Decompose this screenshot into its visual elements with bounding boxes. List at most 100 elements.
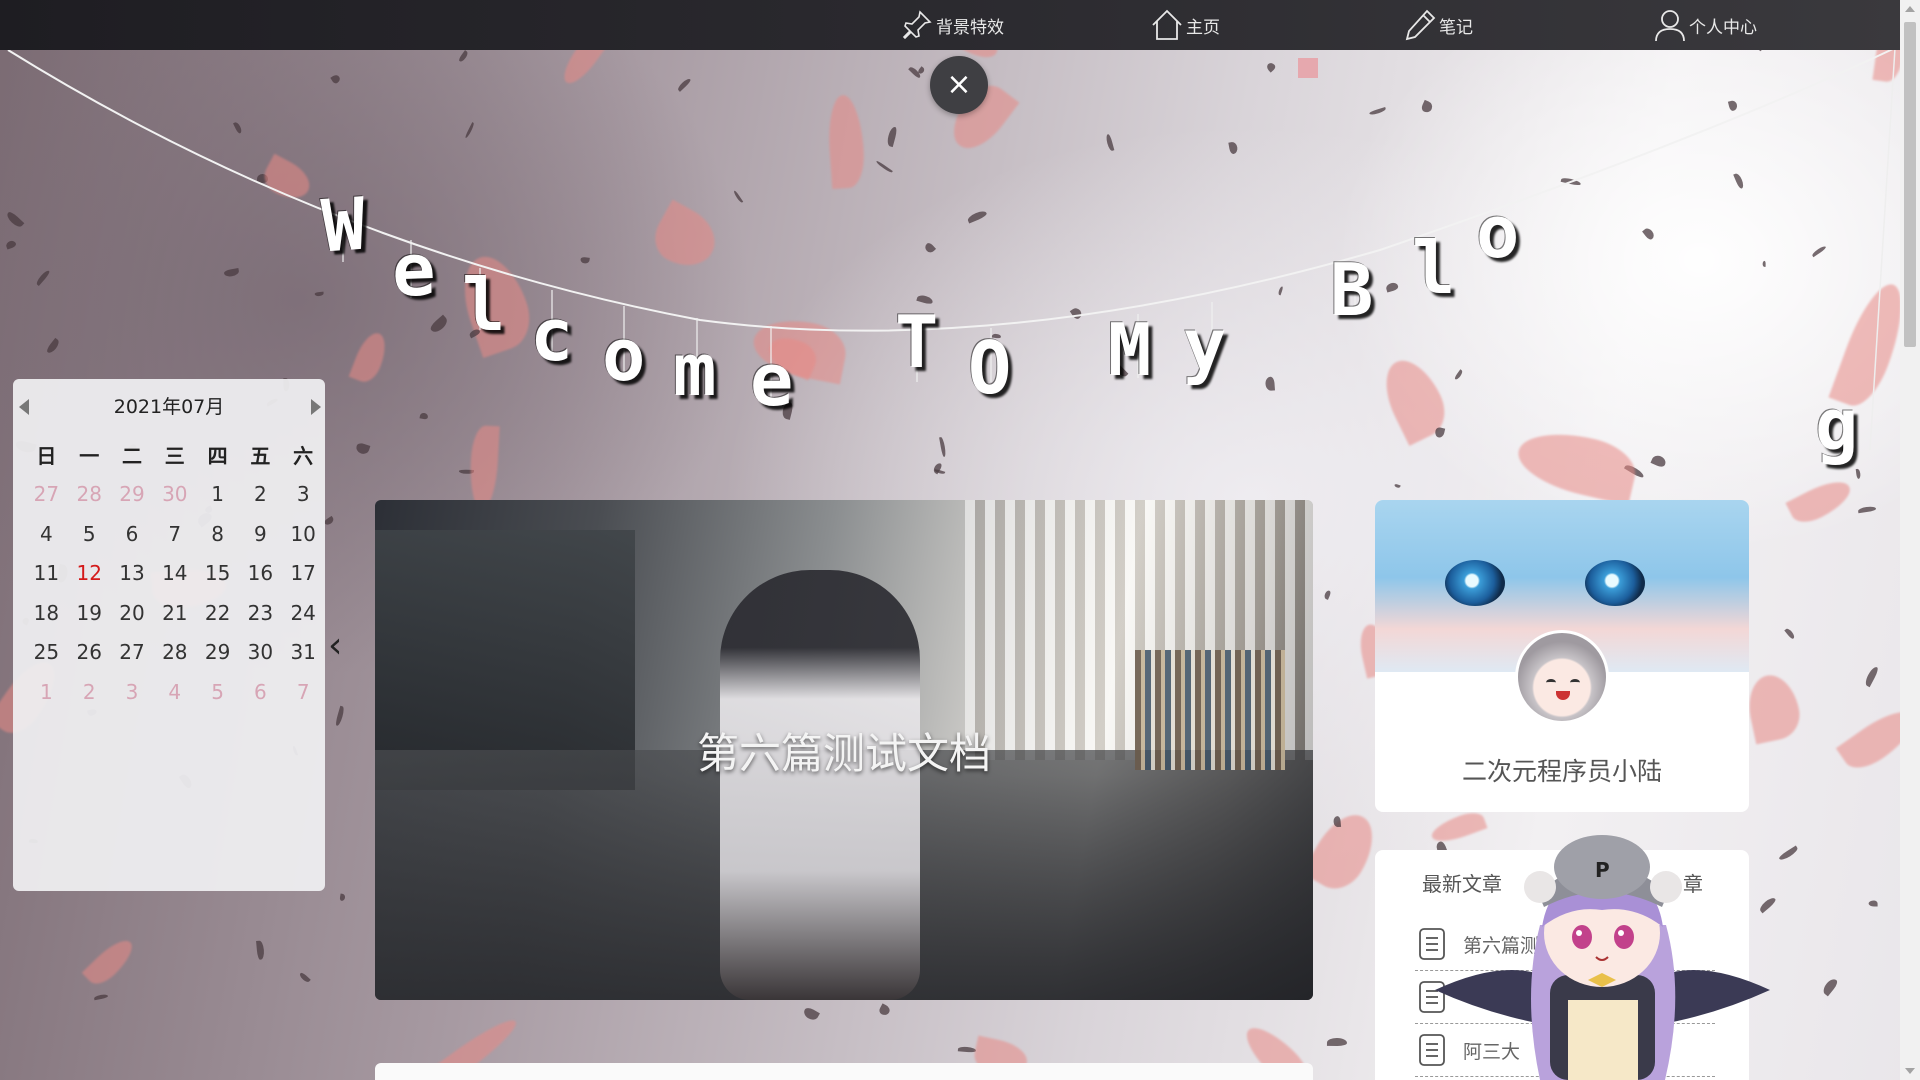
calendar-day[interactable]: 1 — [196, 482, 239, 506]
next-article-card[interactable] — [375, 1063, 1313, 1080]
calendar-day[interactable]: 27 — [111, 640, 154, 664]
calendar-weekday: 日 — [36, 444, 57, 469]
calendar-day[interactable]: 1 — [25, 680, 68, 704]
calendar-day[interactable]: 10 — [282, 522, 325, 546]
calendar-day[interactable]: 6 — [239, 680, 282, 704]
calendar-day[interactable]: 26 — [68, 640, 111, 664]
nav-user-center[interactable]: 个人中心 — [1653, 0, 1757, 50]
calendar-grid: 日一二三四五六 27 28 29 30 1 2 3 4 5 6 7 8 9 10 11 12 13 14 15 16 17… — [25, 435, 325, 712]
pencil-icon — [1405, 9, 1436, 41]
calendar-day[interactable]: 24 — [282, 601, 325, 625]
banner-letter: T — [895, 300, 939, 384]
profile-card: 二次元程序员小陆 — [1375, 500, 1749, 812]
calendar-day[interactable]: 25 — [25, 640, 68, 664]
calendar-next-month-icon[interactable] — [311, 399, 321, 415]
featured-article-title[interactable]: 第六篇测试文档 — [375, 720, 1313, 781]
banner-letter: M — [1108, 308, 1152, 392]
nav-background-effects[interactable]: 背景特效 — [900, 0, 1004, 50]
profile-name: 二次元程序员小陆 — [1461, 757, 1662, 786]
calendar-day[interactable]: 2 — [239, 482, 282, 506]
calendar-day[interactable]: 4 — [25, 522, 68, 546]
scroll-down-arrow-icon[interactable] — [1905, 1068, 1915, 1074]
calendar-day[interactable]: 29 — [111, 482, 154, 506]
scroll-up-arrow-icon[interactable] — [1905, 6, 1915, 12]
calendar-day[interactable]: 7 — [153, 522, 196, 546]
nav-label: 个人中心 — [1689, 17, 1757, 38]
calendar-day[interactable]: 3 — [282, 482, 325, 506]
calendar-widget: 2021年07月 日一二三四五六 27 28 29 30 1 2 3 4 5 6 7 8 9 10 11 12 1… — [13, 379, 325, 891]
calendar-day[interactable]: 6 — [111, 522, 154, 546]
nav-home[interactable]: 主页 — [1150, 0, 1220, 50]
top-navigation-bar: 背景特效 主页 笔记 个人中心 — [0, 0, 1900, 50]
calendar-month-label: 2021年07月 — [113, 395, 225, 418]
banner-letter: e — [750, 338, 794, 422]
calendar-weekday: 五 — [250, 444, 271, 469]
calendar-day[interactable]: 23 — [239, 601, 282, 625]
nav-notes[interactable]: 笔记 — [1403, 0, 1473, 50]
calendar-day[interactable]: 8 — [196, 522, 239, 546]
avatar[interactable] — [1515, 630, 1609, 724]
calendar-day[interactable]: 29 — [196, 640, 239, 664]
feature-image-character — [720, 570, 920, 1000]
calendar-day[interactable]: 3 — [111, 680, 154, 704]
mascot-character-image[interactable]: P — [1430, 815, 1775, 1080]
svg-text:P: P — [1595, 858, 1610, 882]
calendar-day[interactable]: 22 — [196, 601, 239, 625]
calendar-week-row: 25 26 27 28 29 30 31 — [25, 633, 325, 673]
calendar-day[interactable]: 15 — [196, 561, 239, 585]
calendar-day[interactable]: 2 — [68, 680, 111, 704]
calendar-day[interactable]: 17 — [282, 561, 325, 585]
calendar-weekday: 三 — [164, 444, 185, 469]
calendar-day[interactable]: 14 — [153, 561, 196, 585]
calendar-weekday: 二 — [121, 444, 142, 469]
calendar-day[interactable]: 19 — [68, 601, 111, 625]
calendar-weekday: 一 — [79, 444, 100, 469]
avatar-mouth — [1556, 691, 1570, 700]
banner-letter: l — [1412, 226, 1456, 310]
close-button[interactable]: × — [930, 56, 988, 114]
calendar-day[interactable]: 28 — [68, 482, 111, 506]
nav-label: 背景特效 — [936, 17, 1004, 38]
banner-letter: l — [462, 263, 506, 347]
calendar-day[interactable]: 5 — [68, 522, 111, 546]
calendar-day[interactable]: 9 — [239, 522, 282, 546]
calendar-week-row: 27 28 29 30 1 2 3 — [25, 475, 325, 515]
banner-letter: o — [1476, 190, 1520, 274]
banner-letter: c — [530, 293, 574, 377]
close-icon: × — [946, 67, 972, 102]
calendar-weekday: 四 — [207, 444, 228, 469]
calendar-day[interactable]: 31 — [282, 640, 325, 664]
calendar-day[interactable]: 20 — [111, 601, 154, 625]
avatar-eye — [1570, 679, 1580, 686]
nav-label: 笔记 — [1439, 17, 1473, 38]
calendar-day[interactable]: 5 — [196, 680, 239, 704]
calendar-day[interactable]: 7 — [282, 680, 325, 704]
calendar-day[interactable]: 16 — [239, 561, 282, 585]
page-scrollbar[interactable] — [1900, 0, 1920, 1080]
calendar-day[interactable]: 11 — [25, 561, 68, 585]
decorative-square — [1298, 58, 1318, 78]
featured-article-card[interactable]: 第六篇测试文档 — [375, 500, 1313, 1000]
calendar-prev-month-icon[interactable] — [19, 399, 29, 415]
calendar-week-row: 1234567 — [25, 672, 325, 712]
calendar-week-row: 18 19 20 21 22 23 24 — [25, 593, 325, 633]
calendar-week-row: 11 12 13 14 15 16 17 — [25, 554, 325, 594]
calendar-day[interactable]: 30 — [153, 482, 196, 506]
scroll-thumb[interactable] — [1904, 22, 1916, 347]
banner-letter: O — [968, 326, 1012, 410]
carousel-prev-button[interactable]: ‹ — [328, 628, 342, 664]
nav-label: 主页 — [1186, 17, 1220, 38]
calendar-day[interactable]: 12 — [68, 561, 111, 585]
calendar-day[interactable]: 30 — [239, 640, 282, 664]
user-icon — [1655, 10, 1685, 42]
calendar-day[interactable]: 18 — [25, 601, 68, 625]
home-icon — [1152, 9, 1182, 40]
calendar-day[interactable]: 13 — [111, 561, 154, 585]
calendar-weekday: 六 — [293, 444, 314, 469]
calendar-day[interactable]: 4 — [153, 680, 196, 704]
calendar-day[interactable]: 27 — [25, 482, 68, 506]
calendar-weekday-row: 日一二三四五六 — [25, 435, 325, 475]
calendar-day[interactable]: 21 — [153, 601, 196, 625]
calendar-day[interactable]: 28 — [153, 640, 196, 664]
banner-letter: g — [1815, 383, 1859, 467]
